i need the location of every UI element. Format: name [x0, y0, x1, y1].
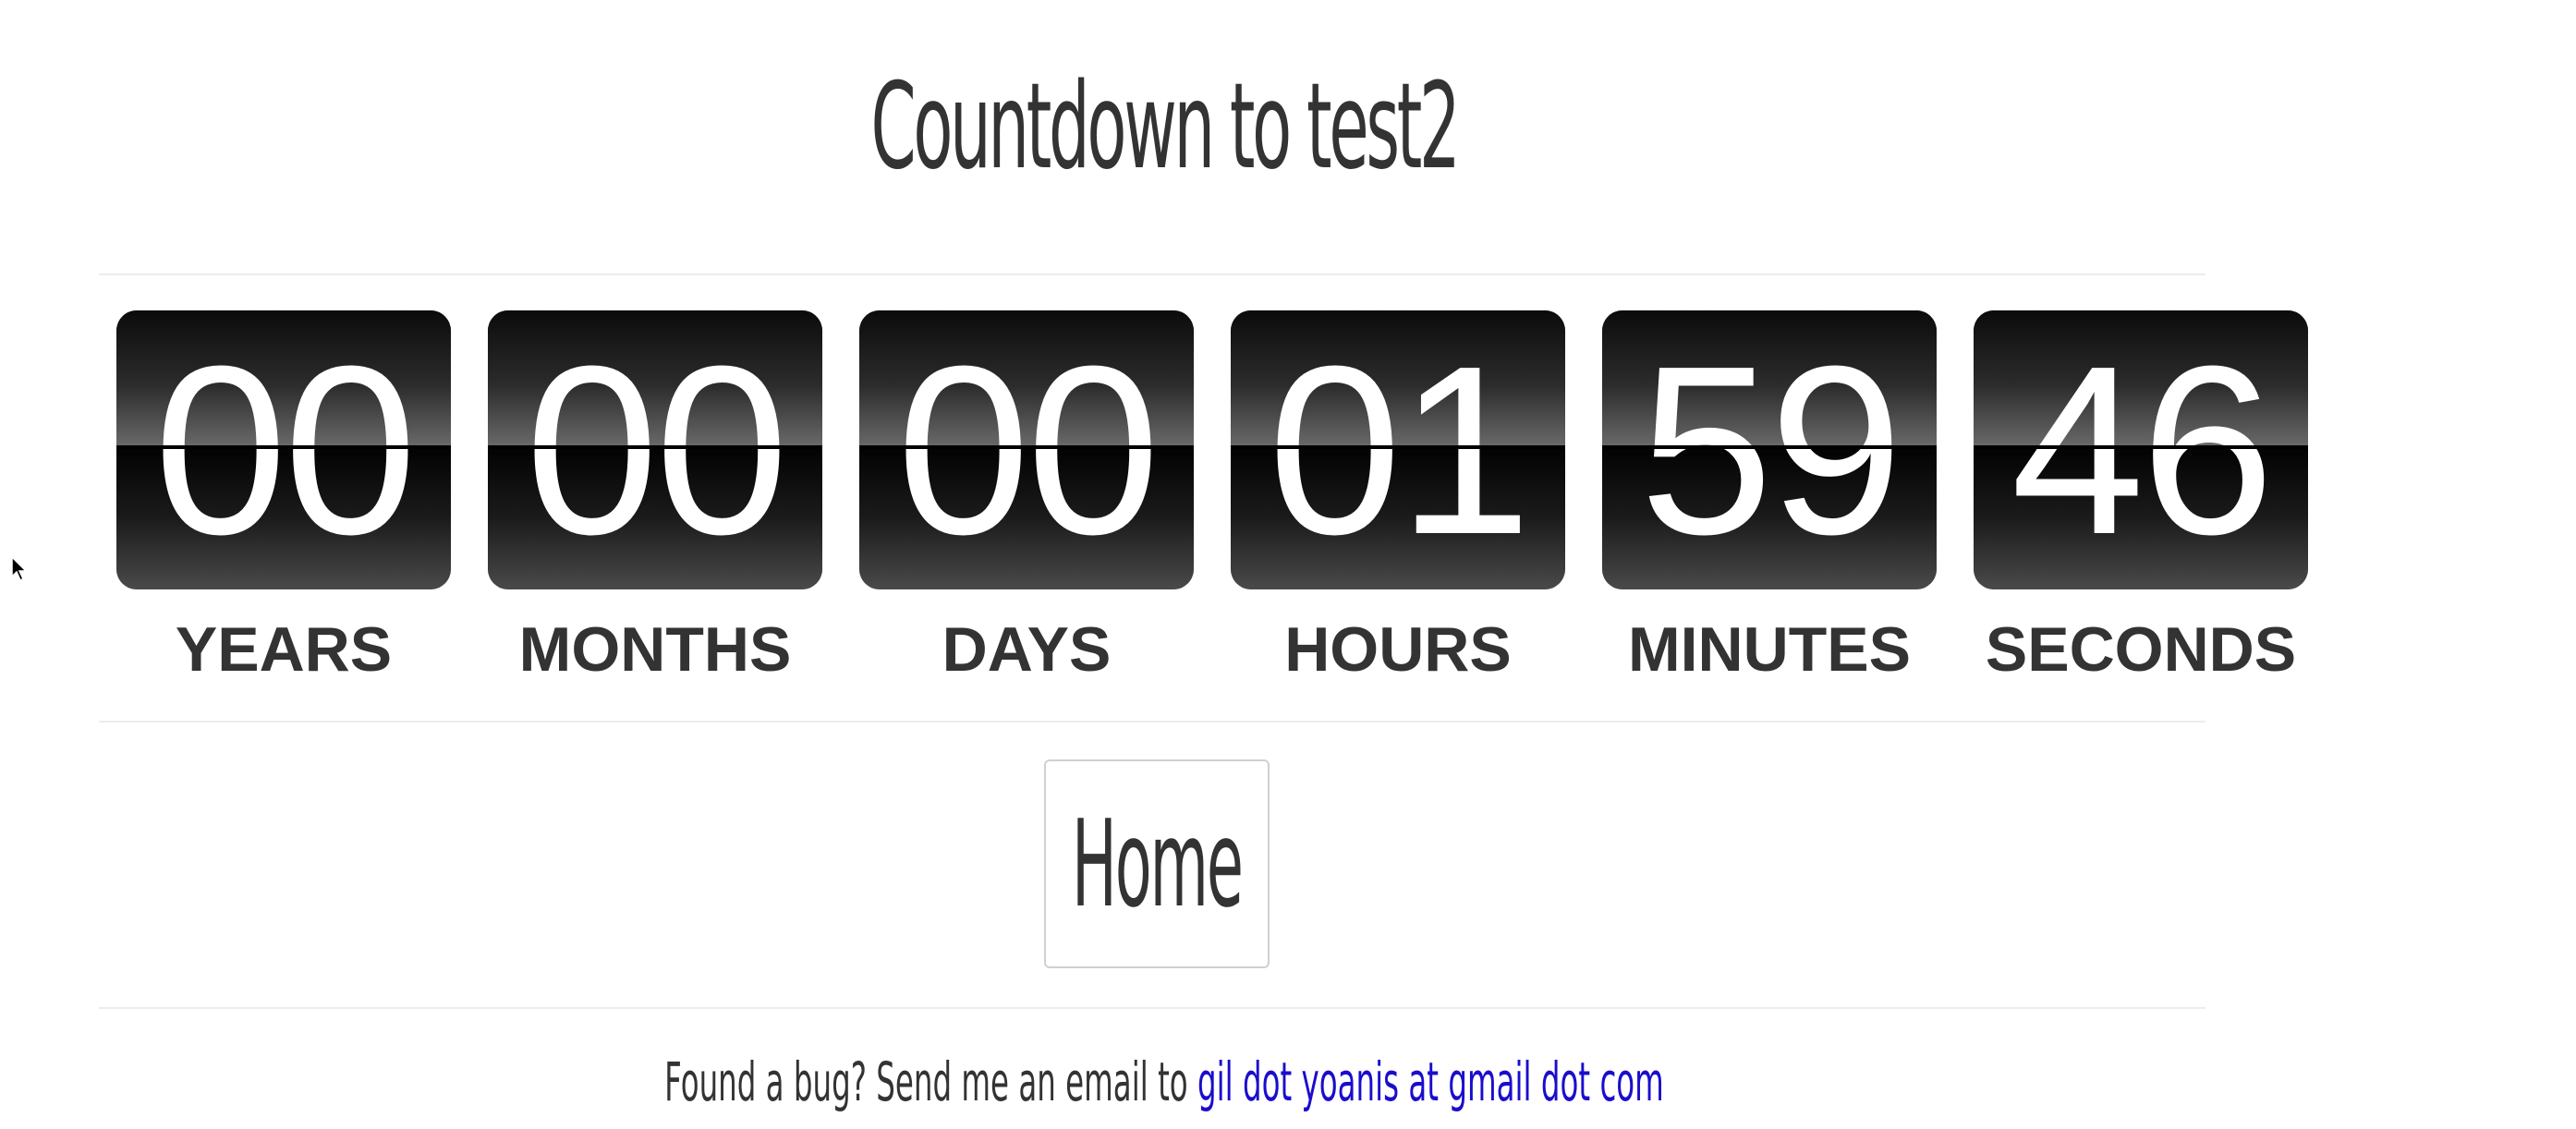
- home-button[interactable]: Home: [1044, 759, 1270, 968]
- countdown-unit-years: 00 YEARS: [116, 310, 451, 686]
- digit-card: 01: [1231, 310, 1565, 589]
- countdown-page: Countdown to test2 00 YEARS 00 MONTHS 00: [0, 0, 2576, 1129]
- digit-value: 59: [1639, 317, 1902, 585]
- unit-label: MINUTES: [1628, 614, 1911, 685]
- page-title: Countdown to test2: [870, 58, 1460, 196]
- digit-card: 00: [116, 310, 451, 589]
- footer-text: Found a bug? Send me an email to: [664, 1050, 1198, 1113]
- footer: Found a bug? Send me an email to gil dot…: [512, 1050, 1816, 1114]
- countdown-unit-months: 00 MONTHS: [488, 310, 822, 686]
- divider-bottom: [99, 1007, 2205, 1009]
- unit-label: MONTHS: [518, 614, 792, 685]
- digit-value: 00: [896, 317, 1160, 585]
- unit-label: HOURS: [1284, 614, 1512, 685]
- digit-value: 46: [2011, 317, 2274, 585]
- digit-value: 01: [1268, 317, 1531, 585]
- countdown-unit-minutes: 59 MINUTES: [1602, 310, 1937, 686]
- digit-value: 00: [525, 317, 788, 585]
- countdown-unit-seconds: 46 SECONDS: [1974, 310, 2308, 686]
- email-link[interactable]: gil dot yoanis at gmail dot com: [1197, 1050, 1664, 1113]
- unit-label: YEARS: [175, 614, 393, 685]
- countdown-unit-hours: 01 HOURS: [1231, 310, 1565, 686]
- unit-label: SECONDS: [1985, 614, 2297, 685]
- home-button-label: Home: [1072, 794, 1244, 934]
- divider-middle: [99, 721, 2205, 722]
- countdown-unit-days: 00 DAYS: [859, 310, 1194, 686]
- mouse-cursor-icon: [11, 556, 28, 582]
- digit-card: 00: [859, 310, 1194, 589]
- digit-card: 59: [1602, 310, 1937, 589]
- unit-label: DAYS: [942, 614, 1112, 685]
- digit-value: 00: [153, 317, 417, 585]
- digit-card: 46: [1974, 310, 2308, 589]
- divider-top: [99, 273, 2205, 275]
- digit-card: 00: [488, 310, 822, 589]
- countdown-units: 00 YEARS 00 MONTHS 00 DAYS 01 HOURS 59 M…: [116, 310, 2334, 685]
